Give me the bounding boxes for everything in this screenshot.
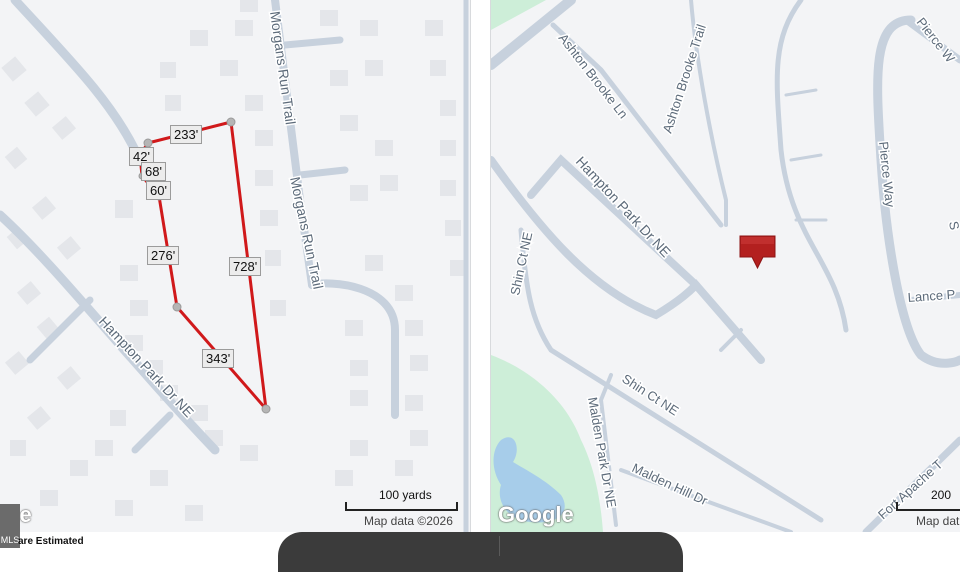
map-scale-label: 100 yards [379, 488, 432, 502]
street-label-shin-ct-upper: Shin Ct NE [507, 230, 535, 296]
segment-length-label: 728' [229, 257, 262, 276]
google-logo: Google [498, 502, 574, 527]
parcel-vertex[interactable] [261, 404, 271, 414]
street-label-edge-fragment: S [946, 220, 960, 231]
estimate-disclaimer: are Estimated [18, 536, 84, 547]
parcel-vertex[interactable] [172, 302, 182, 312]
street-label-hampton-park: Hampton Park Dr NE [573, 153, 674, 260]
carousel-control[interactable] [278, 532, 683, 572]
property-marker[interactable] [739, 235, 776, 270]
street-label-malden-hill: Malden Hill Dr [630, 460, 711, 508]
segment-length-label: 276' [147, 246, 180, 265]
segment-length-label: 68' [141, 162, 166, 181]
street-label-ashton-brooke-ln: Ashton Brooke Ln [556, 31, 631, 122]
segment-length-label: 343' [202, 349, 235, 368]
street-label-pierce-way-top: Pierce W [914, 15, 959, 66]
location-map-canvas: Ashton Brooke Ln Ashton Brooke Trail Pie… [491, 0, 960, 532]
map-attribution: Map dat [916, 514, 960, 528]
street-label-hampton-park: Hampton Park Dr NE [96, 313, 197, 420]
segment-length-label: 60' [146, 181, 171, 200]
map-divider [470, 0, 491, 532]
segment-length-label: 233' [170, 125, 203, 144]
street-label-morgans-run-upper: Morgans Run Trail [267, 10, 299, 126]
panel-edge [470, 0, 471, 532]
street-label-lance: Lance P [907, 287, 956, 305]
parcel-vertex[interactable] [226, 117, 236, 127]
parcel-map[interactable]: Morgans Run Trail Morgans Run Trail Hamp… [0, 0, 470, 532]
carousel-separator [499, 536, 500, 556]
map-scale-label: 200 [931, 488, 952, 502]
map-attribution: Map data ©2026 [364, 514, 453, 528]
parcel-vertex[interactable] [143, 138, 153, 148]
location-map[interactable]: Ashton Brooke Ln Ashton Brooke Trail Pie… [491, 0, 960, 532]
mls-badge: MLS [0, 504, 20, 548]
